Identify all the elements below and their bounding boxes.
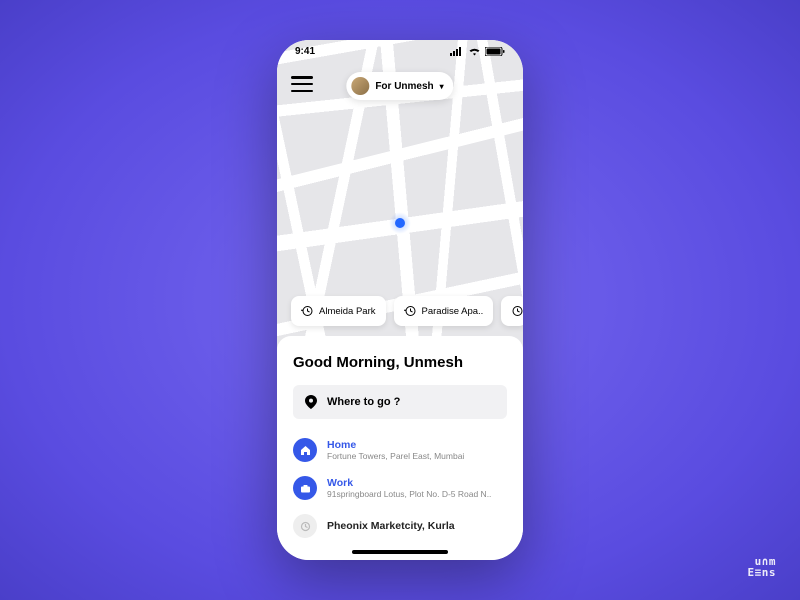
status-indicators bbox=[450, 47, 505, 56]
profile-label: For Unmesh bbox=[375, 81, 433, 92]
status-bar: 9:41 bbox=[277, 40, 523, 62]
wifi-icon bbox=[468, 47, 481, 56]
destination-pheonix[interactable]: Pheonix Marketcity, Kurla bbox=[293, 507, 507, 545]
destination-title: Home bbox=[327, 439, 464, 451]
home-indicator[interactable] bbox=[352, 550, 448, 554]
destination-text: Home Fortune Towers, Parel East, Mumbai bbox=[327, 439, 464, 461]
avatar bbox=[351, 77, 369, 95]
current-location-dot bbox=[395, 218, 405, 228]
history-icon bbox=[301, 305, 313, 317]
chevron-down-icon: ▾ bbox=[440, 82, 444, 91]
menu-button[interactable] bbox=[291, 76, 313, 92]
home-icon bbox=[293, 438, 317, 462]
briefcase-icon bbox=[293, 476, 317, 500]
battery-icon bbox=[485, 47, 505, 56]
destination-title: Work bbox=[327, 477, 491, 489]
greeting-text: Good Morning, Unmesh bbox=[293, 354, 507, 371]
destination-subtitle: Fortune Towers, Parel East, Mumbai bbox=[327, 451, 464, 461]
recent-label: Almeida Park bbox=[319, 306, 376, 317]
destination-home[interactable]: Home Fortune Towers, Parel East, Mumbai bbox=[293, 431, 507, 469]
recent-label: Paradise Apa.. bbox=[422, 306, 484, 317]
destination-text: Pheonix Marketcity, Kurla bbox=[327, 520, 455, 532]
signal-icon bbox=[450, 47, 464, 56]
recent-chip-paradise[interactable]: Paradise Apa.. bbox=[394, 296, 494, 326]
phone-frame: 9:41 For Unmesh ▾ Almeida Park Paradise … bbox=[277, 40, 523, 560]
destination-subtitle: 91springboard Lotus, Plot No. D-5 Road N… bbox=[327, 489, 491, 499]
recent-destinations-row: Almeida Park Paradise Apa.. bbox=[291, 296, 523, 326]
history-icon bbox=[293, 514, 317, 538]
status-time: 9:41 bbox=[295, 46, 315, 57]
profile-selector[interactable]: For Unmesh ▾ bbox=[346, 72, 453, 100]
destination-title: Pheonix Marketcity, Kurla bbox=[327, 520, 455, 532]
brand-watermark: u∩m E≡ns bbox=[748, 556, 777, 578]
search-destination-input[interactable]: Where to go ? bbox=[293, 385, 507, 419]
search-placeholder: Where to go ? bbox=[327, 396, 400, 408]
recent-chip-almeida[interactable]: Almeida Park bbox=[291, 296, 386, 326]
bottom-sheet: Good Morning, Unmesh Where to go ? Home … bbox=[277, 336, 523, 560]
history-icon bbox=[511, 305, 523, 317]
recent-chip-more[interactable] bbox=[501, 296, 523, 326]
pin-icon bbox=[305, 395, 317, 409]
destination-text: Work 91springboard Lotus, Plot No. D-5 R… bbox=[327, 477, 491, 499]
history-icon bbox=[404, 305, 416, 317]
destination-work[interactable]: Work 91springboard Lotus, Plot No. D-5 R… bbox=[293, 469, 507, 507]
